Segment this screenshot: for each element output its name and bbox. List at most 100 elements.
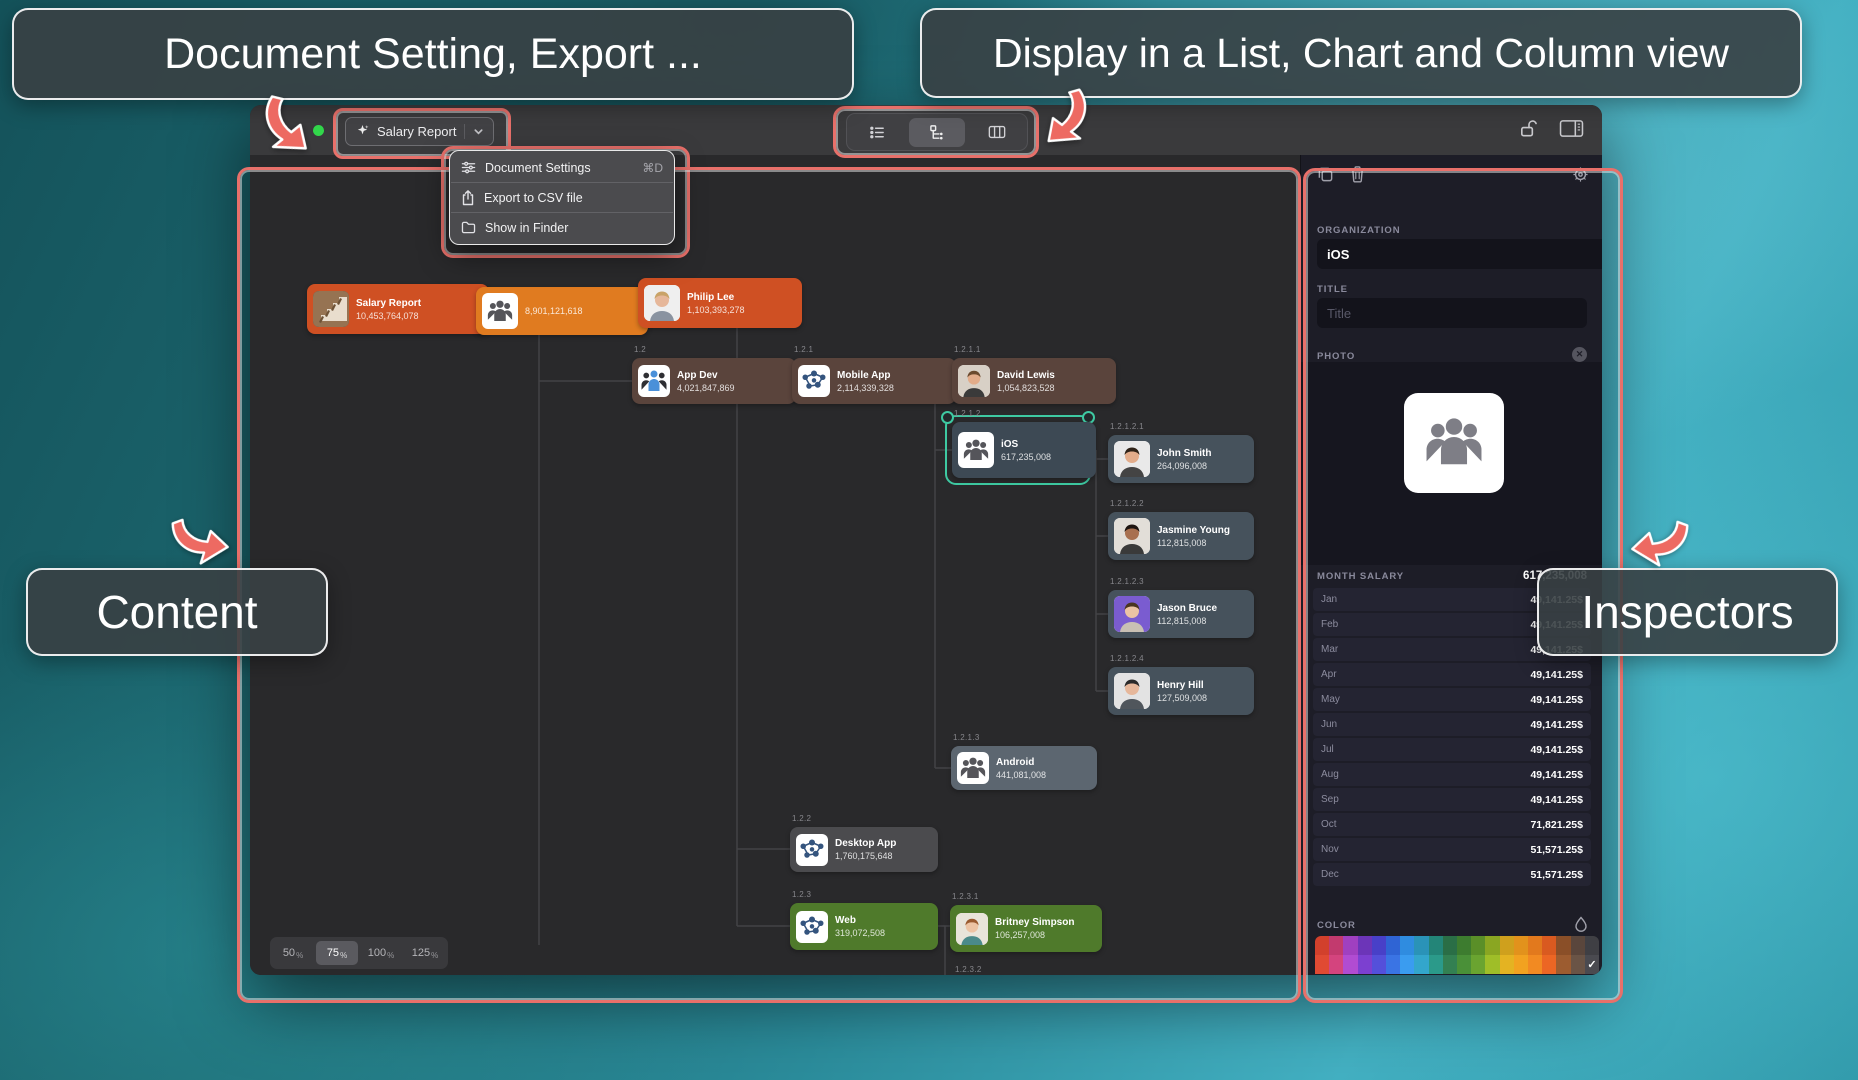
salary-row-apr[interactable]: Apr49,141.25$ bbox=[1313, 663, 1591, 686]
color-swatch[interactable]: ✓ bbox=[1585, 955, 1599, 974]
org-node-desktop-app[interactable]: Desktop App1,760,175,648 bbox=[790, 827, 938, 872]
color-swatch[interactable] bbox=[1556, 955, 1570, 974]
color-swatch[interactable] bbox=[1528, 955, 1542, 974]
org-node-jason-bruce[interactable]: Jason Bruce112,815,008 bbox=[1108, 590, 1254, 638]
color-swatch[interactable] bbox=[1542, 955, 1556, 974]
node-thumbnail bbox=[1114, 441, 1150, 477]
color-swatch[interactable] bbox=[1528, 936, 1542, 955]
menu-item-export-csv[interactable]: Export to CSV file bbox=[450, 183, 674, 212]
org-node-mobile-app[interactable]: Mobile App2,114,339,328 bbox=[792, 358, 956, 404]
salary-row-jun[interactable]: Jun49,141.25$ bbox=[1313, 713, 1591, 736]
node-thumbnail bbox=[1114, 518, 1150, 554]
arrow-to-content bbox=[160, 491, 246, 577]
color-swatch[interactable] bbox=[1386, 936, 1400, 955]
color-swatch[interactable] bbox=[1514, 955, 1528, 974]
color-swatch[interactable] bbox=[1358, 936, 1372, 955]
color-swatch[interactable] bbox=[1485, 936, 1499, 955]
color-swatch[interactable] bbox=[1329, 936, 1343, 955]
color-swatch[interactable] bbox=[1471, 955, 1485, 974]
trash-icon[interactable] bbox=[1349, 165, 1366, 183]
node-thumbnail bbox=[482, 293, 518, 329]
org-node-ios[interactable]: iOS617,235,008 bbox=[952, 422, 1096, 478]
org-node-unnamed[interactable]: 8,901,121,618 bbox=[476, 287, 648, 335]
color-swatch[interactable] bbox=[1414, 936, 1428, 955]
org-node-web[interactable]: Web319,072,508 bbox=[790, 903, 938, 950]
org-node-john-smith[interactable]: John Smith264,096,008 bbox=[1108, 435, 1254, 483]
color-swatch[interactable] bbox=[1443, 936, 1457, 955]
color-swatch[interactable] bbox=[1571, 955, 1585, 974]
org-node-jasmine-young[interactable]: Jasmine Young112,815,008 bbox=[1108, 512, 1254, 560]
color-swatch[interactable] bbox=[1471, 936, 1485, 955]
title-input[interactable] bbox=[1317, 298, 1587, 328]
color-swatch[interactable] bbox=[1571, 936, 1585, 955]
menu-item-document-settings[interactable]: Document Settings ⌘D bbox=[450, 153, 674, 182]
color-swatch[interactable] bbox=[1315, 955, 1329, 974]
node-index-label: 1.2.1.1 bbox=[954, 345, 981, 354]
color-swatch[interactable] bbox=[1329, 955, 1343, 974]
document-menu-button[interactable]: Salary Report bbox=[345, 117, 494, 146]
color-swatch[interactable] bbox=[1514, 936, 1528, 955]
organization-field[interactable]: iOS bbox=[1317, 239, 1602, 269]
org-node-britney-simpson[interactable]: Britney Simpson106,257,008 bbox=[950, 905, 1102, 952]
zoom-50-button[interactable]: 50% bbox=[272, 941, 314, 965]
salary-row-sep[interactable]: Sep49,141.25$ bbox=[1313, 788, 1591, 811]
toggle-sidebar-icon[interactable] bbox=[1559, 118, 1584, 139]
color-swatch[interactable] bbox=[1443, 955, 1457, 974]
color-swatch[interactable] bbox=[1400, 936, 1414, 955]
color-swatch[interactable] bbox=[1400, 955, 1414, 974]
color-swatch[interactable] bbox=[1315, 936, 1329, 955]
color-swatch[interactable] bbox=[1500, 936, 1514, 955]
color-swatch[interactable] bbox=[1372, 955, 1386, 974]
color-swatch[interactable] bbox=[1542, 936, 1556, 955]
color-swatch[interactable] bbox=[1372, 936, 1386, 955]
zoom-75-button[interactable]: 75% bbox=[316, 941, 358, 965]
color-swatch[interactable] bbox=[1414, 955, 1428, 974]
color-swatch[interactable] bbox=[1358, 955, 1372, 974]
salary-row-nov[interactable]: Nov51,571.25$ bbox=[1313, 838, 1591, 861]
color-swatch[interactable] bbox=[1556, 936, 1570, 955]
photo-dropzone[interactable] bbox=[1301, 362, 1602, 565]
color-swatch[interactable] bbox=[1343, 955, 1357, 974]
salary-row-aug[interactable]: Aug49,141.25$ bbox=[1313, 763, 1591, 786]
org-node-henry-hill[interactable]: Henry Hill127,509,008 bbox=[1108, 667, 1254, 715]
color-swatch[interactable] bbox=[1585, 936, 1599, 955]
settings-gear-icon[interactable] bbox=[1572, 166, 1589, 183]
color-swatch[interactable] bbox=[1500, 955, 1514, 974]
color-swatch[interactable] bbox=[1429, 936, 1443, 955]
org-node-salary-report[interactable]: Salary Report10,453,764,078 bbox=[307, 284, 489, 334]
node-value: 4,021,847,869 bbox=[677, 383, 735, 393]
node-value: 1,760,175,648 bbox=[835, 851, 896, 861]
color-swatch[interactable] bbox=[1429, 955, 1443, 974]
org-node-android[interactable]: Android441,081,008 bbox=[951, 746, 1097, 790]
organization-label: ORGANIZATION bbox=[1317, 225, 1400, 236]
color-droplet-icon[interactable] bbox=[1574, 916, 1588, 932]
zoom-100-button[interactable]: 100% bbox=[360, 941, 402, 965]
salary-row-may[interactable]: May49,141.25$ bbox=[1313, 688, 1591, 711]
org-node-app-dev[interactable]: App Dev4,021,847,869 bbox=[632, 358, 796, 404]
unlock-icon[interactable] bbox=[1518, 118, 1539, 139]
salary-row-dec[interactable]: Dec51,571.25$ bbox=[1313, 863, 1591, 886]
list-view-button[interactable] bbox=[849, 118, 905, 147]
node-index-label: 1.2.1.3 bbox=[953, 733, 980, 742]
color-swatch[interactable] bbox=[1386, 955, 1400, 974]
color-swatch[interactable] bbox=[1457, 955, 1471, 974]
column-view-button[interactable] bbox=[969, 118, 1025, 147]
org-node-philip-lee[interactable]: Philip Lee1,103,393,278 bbox=[638, 278, 802, 328]
node-value: 441,081,008 bbox=[996, 770, 1046, 780]
chart-view-button[interactable] bbox=[909, 118, 965, 147]
node-thumbnail bbox=[958, 432, 994, 468]
sliders-icon bbox=[461, 160, 476, 175]
menu-item-show-in-finder[interactable]: Show in Finder bbox=[450, 213, 674, 242]
content-canvas[interactable]: Salary Report10,453,764,0788,901,121,618… bbox=[250, 155, 1300, 975]
callout-document-settings: Document Setting, Export ... bbox=[12, 8, 854, 100]
salary-row-jul[interactable]: Jul49,141.25$ bbox=[1313, 738, 1591, 761]
node-value: 617,235,008 bbox=[1001, 452, 1051, 462]
org-node-david-lewis[interactable]: David Lewis1,054,823,528 bbox=[952, 358, 1116, 404]
color-swatch[interactable] bbox=[1457, 936, 1471, 955]
clear-photo-icon[interactable]: ✕ bbox=[1572, 347, 1587, 362]
color-swatch[interactable] bbox=[1485, 955, 1499, 974]
duplicate-icon[interactable] bbox=[1317, 166, 1334, 183]
color-swatch[interactable] bbox=[1343, 936, 1357, 955]
salary-row-oct[interactable]: Oct71,821.25$ bbox=[1313, 813, 1591, 836]
zoom-125-button[interactable]: 125% bbox=[404, 941, 446, 965]
